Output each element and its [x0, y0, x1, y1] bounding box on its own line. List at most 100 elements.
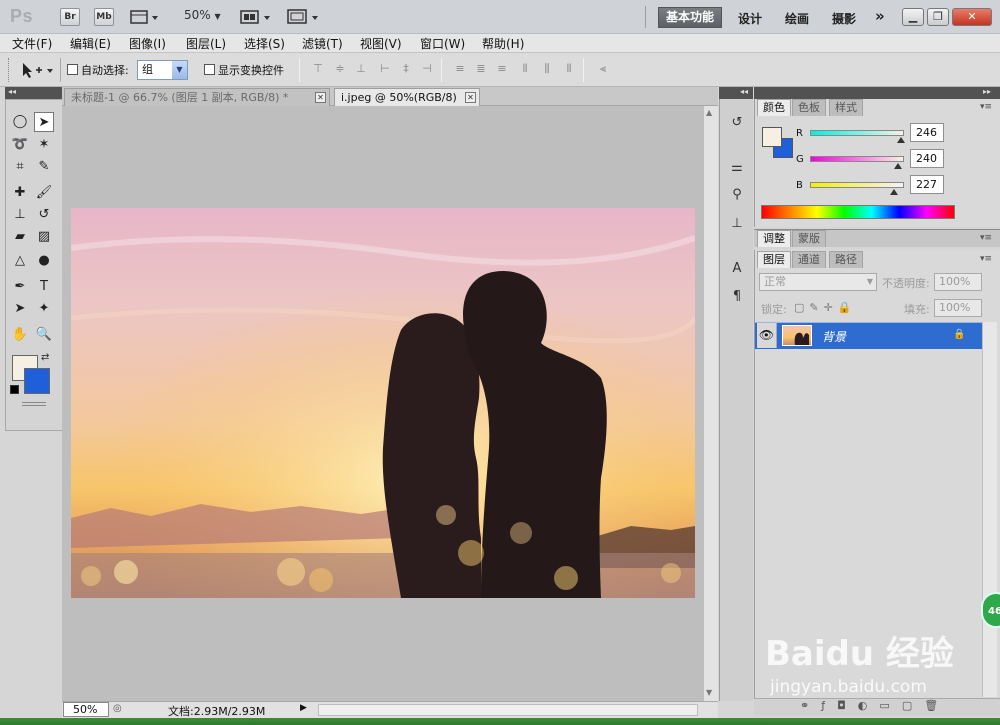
blue-slider[interactable] — [810, 182, 904, 188]
close-button[interactable]: ✕ — [952, 8, 992, 26]
align-bottom-icon[interactable]: ⊥ — [354, 62, 368, 76]
align-left-icon[interactable]: ⊢ — [378, 62, 392, 76]
tab-adjustments[interactable]: 调整 — [757, 230, 791, 247]
healing-brush-tool-icon[interactable]: ✚ — [10, 183, 30, 203]
blue-slider-thumb[interactable] — [889, 189, 898, 195]
distribute-bottom-icon[interactable]: ≡ — [495, 62, 509, 76]
layers-scrollbar[interactable] — [982, 322, 997, 697]
view-extras-button[interactable] — [129, 8, 159, 26]
default-colors-icon[interactable] — [10, 385, 19, 394]
fill-field[interactable]: 100% — [934, 299, 982, 317]
crop-tool-icon[interactable]: ⌗ — [10, 157, 30, 177]
maximize-button[interactable]: ❐ — [927, 8, 949, 26]
auto-select-checkbox[interactable] — [67, 64, 78, 75]
scroll-down-icon[interactable]: ▼ — [706, 688, 712, 697]
red-slider-thumb[interactable] — [896, 137, 905, 143]
distribute-left-icon[interactable]: ⫴ — [518, 62, 532, 76]
layer-visibility-eye-icon[interactable]: 👁 — [757, 323, 777, 348]
history-panel-icon[interactable]: ↺ — [727, 113, 747, 133]
opacity-field[interactable]: 100% — [934, 273, 982, 291]
magic-wand-tool-icon[interactable]: ✶ — [34, 135, 54, 155]
align-right-icon[interactable]: ⊣ — [420, 62, 434, 76]
add-mask-icon[interactable]: ◘ — [837, 699, 858, 712]
mini-bridge-button[interactable]: Mb — [94, 8, 114, 26]
menu-layer[interactable]: 图层(L) — [186, 35, 226, 52]
bridge-button[interactable]: Br — [60, 8, 80, 26]
lock-position-icon[interactable]: ✛ — [824, 301, 838, 314]
delete-layer-icon[interactable]: 🗑 — [924, 699, 950, 712]
clone-source-panel-icon[interactable]: ⚲ — [727, 185, 747, 205]
document-tab-ijpeg[interactable]: i.jpeg @ 50%(RGB/8) ✕ — [334, 88, 480, 106]
lasso-tool-icon[interactable]: ➰ — [10, 135, 30, 155]
layer-style-icon[interactable]: ƒ — [821, 699, 837, 712]
dodge-tool-icon[interactable]: ● — [34, 251, 54, 271]
align-top-icon[interactable]: ⊤ — [311, 62, 325, 76]
red-value-field[interactable]: 246 — [910, 123, 944, 142]
tool-preset-picker[interactable] — [20, 61, 56, 79]
green-slider[interactable] — [810, 156, 904, 162]
menu-filter[interactable]: 滤镜(T) — [302, 35, 343, 52]
tab-swatches[interactable]: 色板 — [792, 99, 826, 116]
distribute-hcenter-icon[interactable]: ⫼ — [540, 62, 554, 76]
link-layers-icon[interactable]: ⚭ — [800, 699, 821, 712]
brush-presets-panel-icon[interactable]: ⚌ — [727, 158, 747, 178]
swap-colors-icon[interactable]: ⇄ — [41, 352, 49, 363]
eraser-tool-icon[interactable]: ▰ — [10, 227, 30, 247]
auto-select-target-dropdown[interactable]: 组 ▼ — [137, 60, 188, 80]
background-color-swatch[interactable] — [24, 368, 50, 394]
menu-view[interactable]: 视图(V) — [360, 35, 402, 52]
arrange-documents-button[interactable] — [240, 8, 272, 26]
tool-presets-panel-icon[interactable]: ⊥ — [727, 214, 747, 234]
clone-stamp-tool-icon[interactable]: ⊥ — [10, 205, 30, 225]
menu-window[interactable]: 窗口(W) — [420, 35, 465, 52]
scroll-up-icon[interactable]: ▲ — [706, 108, 712, 117]
paragraph-panel-icon[interactable]: ¶ — [727, 287, 747, 307]
canvas-horizontal-scrollbar[interactable] — [318, 704, 698, 716]
panel-dock-header[interactable] — [754, 87, 1000, 99]
workspace-painting[interactable]: 绘画 — [785, 10, 809, 27]
canvas-vertical-scrollbar[interactable] — [703, 106, 718, 701]
workspace-essentials-button[interactable]: 基本功能 — [658, 7, 722, 28]
menu-image[interactable]: 图像(I) — [129, 35, 166, 52]
status-menu-arrow-icon[interactable]: ▶ — [300, 703, 307, 713]
panel-menu-icon[interactable]: ▾≡ — [980, 102, 992, 112]
panel-menu-icon[interactable]: ▾≡ — [980, 254, 992, 264]
red-slider[interactable] — [810, 130, 904, 136]
expand-icon[interactable]: ▸▸ — [983, 87, 991, 96]
image-canvas[interactable] — [71, 208, 695, 598]
hand-tool-icon[interactable]: ✋ — [10, 325, 30, 345]
marquee-tool-icon[interactable]: ◯ — [10, 112, 30, 132]
document-tab-untitled[interactable]: 未标题-1 @ 66.7% (图层 1 副本, RGB/8) * ✕ — [64, 88, 330, 106]
blend-mode-dropdown[interactable]: 正常 ▼ — [759, 273, 877, 291]
menu-help[interactable]: 帮助(H) — [482, 35, 524, 52]
panel-menu-icon[interactable]: ▾≡ — [980, 233, 992, 243]
distribute-vcenter-icon[interactable]: ≣ — [474, 62, 488, 76]
pen-tool-icon[interactable]: ✒ — [10, 277, 30, 297]
tab-masks[interactable]: 蒙版 — [792, 230, 826, 247]
tab-channels[interactable]: 通道 — [792, 251, 826, 268]
type-tool-icon[interactable]: T — [34, 277, 54, 297]
tab-styles[interactable]: 样式 — [829, 99, 863, 116]
new-layer-icon[interactable]: ▢ — [902, 699, 924, 712]
brush-tool-icon[interactable]: 🖌 — [34, 183, 54, 203]
gradient-tool-icon[interactable]: ▨ — [34, 227, 54, 247]
foreground-color-swatch[interactable] — [762, 127, 782, 147]
layer-name[interactable]: 背景 — [822, 328, 846, 345]
character-panel-icon[interactable]: A — [727, 259, 747, 279]
menu-edit[interactable]: 编辑(E) — [70, 35, 111, 52]
green-value-field[interactable]: 240 — [910, 149, 944, 168]
green-slider-thumb[interactable] — [894, 163, 903, 169]
zoom-tool-icon[interactable]: 🔍 — [34, 325, 54, 345]
minimize-button[interactable]: ▁ — [902, 8, 924, 26]
lock-all-icon[interactable]: 🔒 — [838, 301, 857, 314]
status-zoom-field[interactable]: 50% — [63, 702, 109, 717]
distribute-right-icon[interactable]: ⫴ — [562, 62, 576, 76]
history-brush-tool-icon[interactable]: ↺ — [34, 205, 54, 225]
lock-transparency-icon[interactable]: ▢ — [794, 301, 809, 314]
status-info-icon[interactable]: ◎ — [113, 703, 122, 714]
menu-file[interactable]: 文件(F) — [12, 35, 52, 52]
show-transform-checkbox[interactable] — [204, 64, 215, 75]
quick-mask-icon[interactable] — [22, 402, 46, 406]
move-tool-icon[interactable]: ➤ — [34, 112, 54, 132]
screen-mode-button[interactable] — [286, 8, 320, 26]
